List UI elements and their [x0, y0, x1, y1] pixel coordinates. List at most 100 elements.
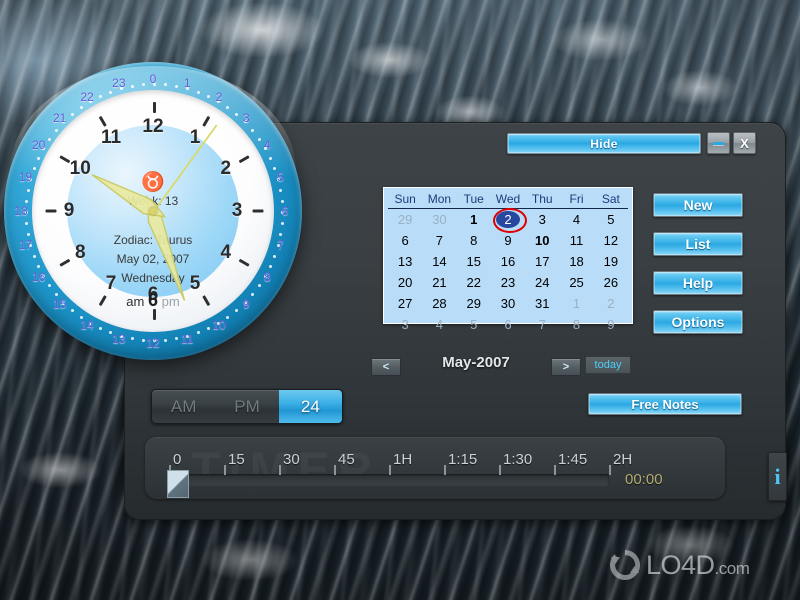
calendar-day-cell[interactable]: 1 — [559, 293, 593, 314]
calendar-day-cell[interactable]: 24 — [525, 272, 559, 293]
hide-button[interactable]: Hide — [507, 133, 701, 154]
time-mode-pm[interactable]: PM — [215, 390, 278, 423]
selected-day-red-ring-icon — [492, 208, 527, 233]
calendar-widget[interactable]: Sun Mon Tue Wed Thu Fri Sat 29 30 1 2 3 4 5 6 7 8… — [383, 187, 633, 332]
timer-tick — [224, 465, 226, 475]
calendar-day-cell[interactable]: 9 — [594, 314, 628, 335]
calendar-day-cell[interactable]: 25 — [559, 272, 593, 293]
calendar-day-cell[interactable]: 13 — [388, 251, 422, 272]
minimize-button[interactable] — [707, 132, 730, 154]
calendar-week-row: 29 30 1 2 3 4 5 — [388, 208, 628, 233]
calendar-day-cell[interactable]: 1 — [457, 209, 491, 231]
info-tab-button[interactable]: i — [768, 452, 787, 501]
bezel-dot — [207, 94, 211, 98]
timer-tick-label: 1H — [393, 451, 413, 468]
clock-24h-numeral: 22 — [80, 89, 94, 104]
clock-pm-label: pm — [161, 294, 180, 309]
bezel-dot — [257, 137, 261, 141]
help-button[interactable]: Help — [653, 271, 743, 295]
calendar-day-cell[interactable]: 20 — [388, 272, 422, 293]
lo4d-watermark: LO4D.com — [608, 548, 750, 582]
calendar-day-cell[interactable]: 4 — [422, 314, 456, 335]
calendar-day-cell[interactable]: 18 — [559, 251, 593, 272]
lo4d-watermark-text: LO4D.com — [646, 549, 750, 581]
time-mode-toggle[interactable]: AM PM 24 — [151, 389, 343, 424]
close-button[interactable]: X — [733, 132, 756, 154]
next-month-button[interactable]: > — [551, 358, 581, 376]
calendar-day-cell[interactable]: 12 — [594, 230, 628, 251]
calendar-day-cell[interactable]: 8 — [559, 314, 593, 335]
timer-slider-track[interactable] — [169, 474, 609, 486]
month-year-label: May-2007 — [442, 354, 510, 371]
calendar-day-cell[interactable]: 14 — [422, 251, 456, 272]
calendar-day-cell[interactable]: 29 — [457, 293, 491, 314]
clock-six-label: 6 — [147, 290, 158, 310]
clock-hour-numeral: 11 — [100, 127, 122, 149]
list-button[interactable]: List — [653, 232, 743, 256]
clock-hour-mark — [252, 209, 264, 213]
options-button[interactable]: Options — [653, 310, 743, 334]
calendar-header-mon: Mon — [422, 191, 457, 209]
calendar-header-thu: Thu — [525, 191, 560, 209]
calendar-selected-day: 2 — [492, 208, 527, 233]
calendar-day-cell[interactable]: 22 — [457, 272, 491, 293]
calendar-day-cell[interactable]: 28 — [422, 293, 456, 314]
clock-zodiac-text: Zodiac: Taurus — [113, 233, 193, 247]
calendar-week-row: 6 7 8 9 10 11 12 — [388, 230, 628, 251]
clock-24h-numeral: 1 — [183, 76, 191, 91]
calendar-week-row: 20 21 22 23 24 25 26 — [388, 272, 628, 293]
calendar-day-cell[interactable]: 19 — [594, 251, 628, 272]
calendar-day-cell[interactable]: 4 — [559, 209, 593, 231]
timer-slider-knob[interactable] — [167, 470, 189, 498]
bezel-dot — [175, 337, 179, 341]
calendar-day-cell[interactable]: 31 — [525, 293, 559, 314]
minimize-icon — [713, 141, 724, 145]
calendar-day-cell[interactable]: 6 — [388, 230, 422, 251]
calendar-day-cell[interactable]: 5 — [457, 314, 491, 335]
time-mode-am[interactable]: AM — [152, 390, 215, 423]
calendar-day-cell[interactable]: 3 — [525, 209, 559, 231]
calendar-day-cell[interactable]: 17 — [525, 251, 559, 272]
clock-center-cap — [149, 207, 157, 215]
calendar-day-cell[interactable]: 7 — [525, 314, 559, 335]
calendar-day-cell[interactable]: 2 — [594, 293, 628, 314]
lo4d-logo-icon — [608, 548, 642, 582]
calendar-day-cell[interactable]: 2 — [491, 208, 527, 233]
prev-month-button[interactable]: < — [371, 358, 401, 376]
new-button[interactable]: New — [653, 193, 743, 217]
bezel-dot — [164, 338, 168, 342]
calendar-day-cell[interactable]: 30 — [491, 293, 525, 314]
calendar-day-cell[interactable]: 6 — [491, 314, 525, 335]
calendar-day-cell[interactable]: 7 — [422, 230, 456, 251]
timer-tick — [444, 465, 446, 475]
calendar-day-cell[interactable]: 21 — [422, 272, 456, 293]
clock-24h-numeral: 2 — [215, 89, 223, 104]
calendar-day-cell[interactable]: 5 — [594, 209, 628, 231]
calendar-day-cell[interactable]: 11 — [559, 230, 593, 251]
clock-am-label: am — [126, 294, 145, 309]
analog-clock-widget[interactable]: 0 1 2 3 4 5 6 7 8 9 10 11 12 13 14 15 16 17 18 19 20 21 22 23 1… — [4, 62, 302, 360]
time-mode-24[interactable]: 24 — [278, 390, 342, 423]
clock-24h-numeral: 14 — [80, 318, 94, 333]
clock-hour-numeral: 1 — [189, 127, 201, 149]
calendar-day-cell[interactable]: 8 — [457, 230, 491, 251]
calendar-day-cell[interactable]: 3 — [388, 314, 422, 335]
calendar-day-cell[interactable]: 10 — [525, 230, 559, 251]
calendar-header-tue: Tue — [456, 191, 491, 209]
calendar-day-cell[interactable]: 16 — [491, 251, 525, 272]
clock-24h-numeral: 10 — [212, 318, 226, 333]
calendar-day-cell[interactable]: 27 — [388, 293, 422, 314]
lo4d-name: LO4D — [646, 549, 715, 580]
calendar-day-cell[interactable]: 23 — [491, 272, 525, 293]
calendar-day-cell[interactable]: 29 — [388, 209, 422, 231]
timer-widget[interactable]: TIMER 01530451H1:151:301:452H 00:00 — [145, 437, 725, 499]
timer-tick-label: 1:30 — [503, 451, 533, 468]
calendar-day-cell[interactable]: 15 — [457, 251, 491, 272]
bezel-dot — [98, 327, 102, 330]
timer-tick-label: 1:15 — [448, 451, 478, 468]
calendar-day-cell[interactable]: 26 — [594, 272, 628, 293]
calendar-day-cell[interactable]: 30 — [422, 209, 456, 231]
today-button[interactable]: today — [585, 356, 631, 374]
free-notes-button[interactable]: Free Notes — [588, 393, 742, 415]
calendar-day-cell[interactable]: 9 — [491, 230, 525, 251]
